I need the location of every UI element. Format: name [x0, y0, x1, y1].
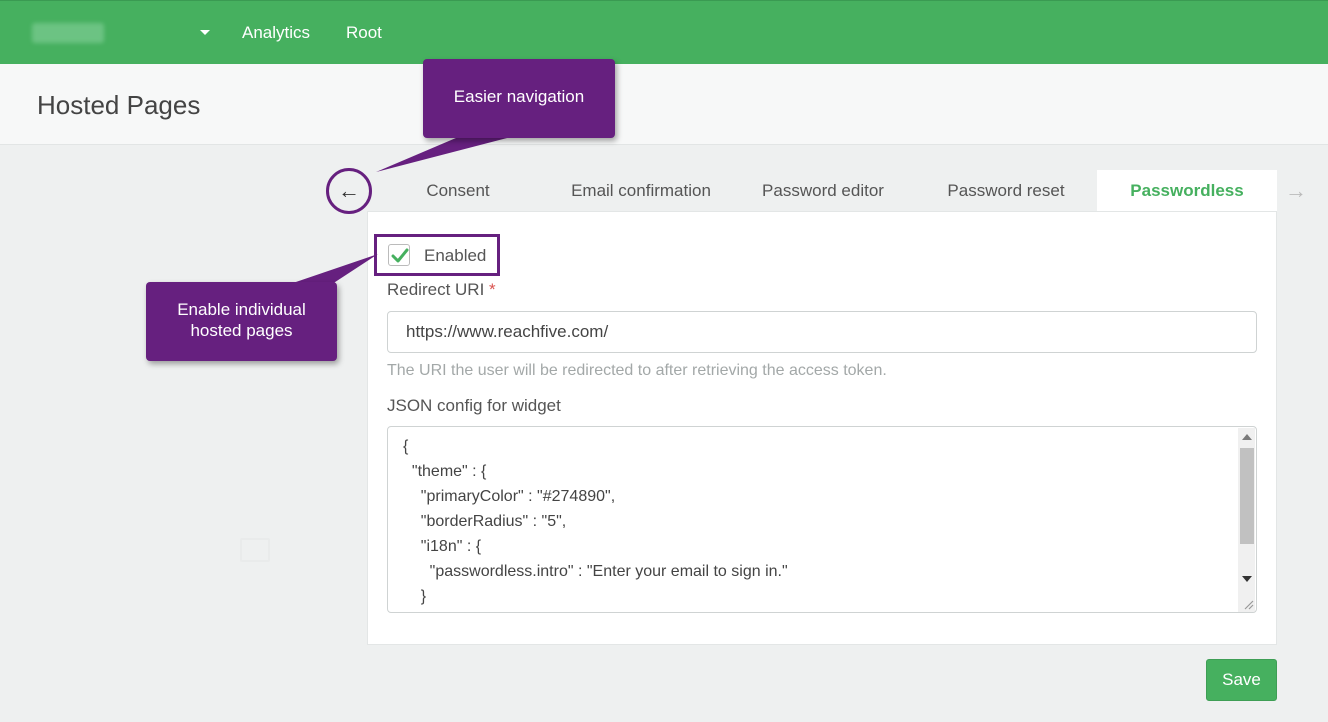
- json-config-textarea[interactable]: { "theme" : { "primaryColor" : "#274890"…: [387, 426, 1257, 613]
- page-header: Hosted Pages: [0, 64, 1328, 145]
- required-marker: *: [489, 280, 496, 299]
- code-line: {: [403, 438, 409, 455]
- faint-icon: [240, 538, 270, 562]
- navigation-callout-text: Easier navigation: [453, 87, 585, 106]
- tab-consent[interactable]: Consent: [378, 170, 538, 212]
- navigation-callout: Easier navigation: [423, 59, 615, 138]
- nav-link-analytics[interactable]: Analytics: [242, 23, 310, 43]
- brand-logo[interactable]: [32, 23, 104, 43]
- tab-email-confirmation[interactable]: Email confirmation: [548, 170, 734, 212]
- tab-password-editor[interactable]: Password editor: [740, 170, 906, 212]
- enabled-checkbox[interactable]: [388, 244, 410, 266]
- scroll-thumb[interactable]: [1240, 448, 1254, 544]
- checkmark-icon: [391, 248, 409, 263]
- code-line: "theme" : {: [403, 463, 487, 480]
- tab-password-reset[interactable]: Password reset: [920, 170, 1092, 212]
- code-line: "i18n" : {: [403, 538, 482, 555]
- enable-callout-line1: Enable individual: [177, 300, 306, 319]
- textarea-scrollbar[interactable]: [1238, 428, 1255, 612]
- save-button[interactable]: Save: [1206, 659, 1277, 701]
- arrow-right-icon[interactable]: →: [1285, 178, 1307, 204]
- code-line: "borderRadius" : "5",: [403, 513, 567, 530]
- code-line: "passwordless.intro" : "Enter your email…: [403, 563, 788, 580]
- resize-grip-icon[interactable]: [1242, 598, 1254, 610]
- caret-down-icon[interactable]: [200, 30, 210, 35]
- nav-link-root[interactable]: Root: [346, 23, 382, 43]
- redirect-uri-label: Redirect URI *: [387, 280, 496, 299]
- enabled-label: Enabled: [424, 246, 487, 265]
- json-config-label: JSON config for widget: [387, 396, 561, 415]
- tab-passwordless[interactable]: Passwordless: [1097, 170, 1277, 212]
- scroll-down-icon[interactable]: [1242, 576, 1252, 582]
- enable-callout-line2: hosted pages: [190, 321, 293, 340]
- code-line: "primaryColor" : "#274890",: [403, 488, 616, 505]
- arrow-left-icon[interactable]: ←: [326, 168, 372, 214]
- enable-callout: Enable individual hosted pages: [146, 282, 337, 361]
- code-line: }: [403, 588, 427, 605]
- scroll-up-icon[interactable]: [1242, 434, 1252, 440]
- top-navbar: Analytics Root: [0, 0, 1328, 64]
- redirect-uri-help: The URI the user will be redirected to a…: [387, 362, 887, 379]
- redirect-uri-input[interactable]: [387, 311, 1257, 353]
- page-title: Hosted Pages: [37, 90, 201, 120]
